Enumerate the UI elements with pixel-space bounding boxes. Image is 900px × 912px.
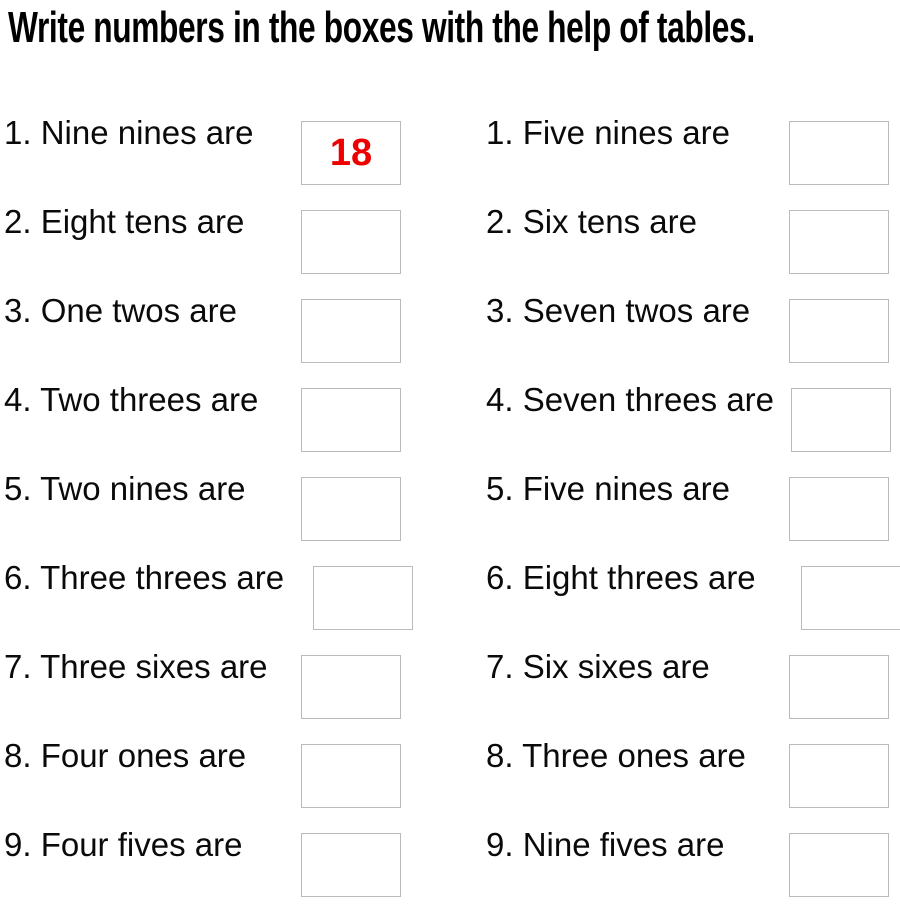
answer-value: 18 [329,132,373,174]
problem-row: 6. Three threes are [0,556,450,645]
answer-box[interactable] [789,121,889,185]
problem-label: 1. Five nines are [486,114,730,151]
answer-box[interactable] [313,566,413,630]
problem-row: 1. Five nines are [482,111,900,200]
problem-column-left: 1. Nine nines are 18 2. Eight tens are 3. O… [0,0,450,900]
problem-row: 7. Three sixes are [0,645,450,734]
answer-box[interactable] [301,477,401,541]
problem-label: 4. Two threes are [4,381,259,418]
problem-row: 9. Nine fives are [482,823,900,912]
problem-label: 8. Three ones are [486,737,746,774]
answer-box[interactable] [301,655,401,719]
problem-row: 9. Four fives are [0,823,450,912]
answer-box[interactable] [789,655,889,719]
answer-box[interactable] [301,833,401,897]
problem-label: 1. Nine nines are [4,114,254,151]
answer-box[interactable] [791,388,891,452]
problem-row: 4. Seven threes are [482,378,900,467]
problem-label: 4. Seven threes are [486,381,775,418]
answer-box[interactable] [301,210,401,274]
problem-label: 6. Three threes are [4,559,285,596]
answer-box[interactable] [789,210,889,274]
answer-box[interactable]: 18 [301,121,401,185]
answer-box[interactable] [301,299,401,363]
worksheet-page: Write numbers in the boxes with the help… [0,0,900,900]
answer-box[interactable] [789,833,889,897]
answer-box[interactable] [301,744,401,808]
answer-box[interactable] [789,299,889,363]
problem-row: 8. Three ones are [482,734,900,823]
problem-row: 8. Four ones are [0,734,450,823]
problem-label: 8. Four ones are [4,737,247,774]
problem-label: 6. Eight threes are [486,559,756,596]
problem-row: 5. Two nines are [0,467,450,556]
answer-box[interactable] [801,566,900,630]
problem-row: 6. Eight threes are [482,556,900,645]
answer-box[interactable] [789,744,889,808]
problem-row: 2. Eight tens are [0,200,450,289]
problem-column-right: 1. Five nines are 2. Six tens are 3. Seven… [482,0,900,900]
problem-row: 3. One twos are [0,289,450,378]
problem-label: 7. Six sixes are [486,648,710,685]
problem-label: 5. Five nines are [486,470,730,507]
problem-label: 9. Four fives are [4,826,243,863]
problem-label: 9. Nine fives are [486,826,725,863]
problem-label: 3. One twos are [4,292,237,329]
problem-label: 3. Seven twos are [486,292,751,329]
problem-label: 7. Three sixes are [4,648,268,685]
problem-row: 4. Two threes are [0,378,450,467]
answer-box[interactable] [301,388,401,452]
problem-row: 7. Six sixes are [482,645,900,734]
answer-box[interactable] [789,477,889,541]
problem-row: 1. Nine nines are 18 [0,111,450,200]
problem-label: 2. Eight tens are [4,203,245,240]
problem-row: 3. Seven twos are [482,289,900,378]
problem-row: 5. Five nines are [482,467,900,556]
problem-label: 2. Six tens are [486,203,697,240]
problem-label: 5. Two nines are [4,470,246,507]
problem-row: 2. Six tens are [482,200,900,289]
